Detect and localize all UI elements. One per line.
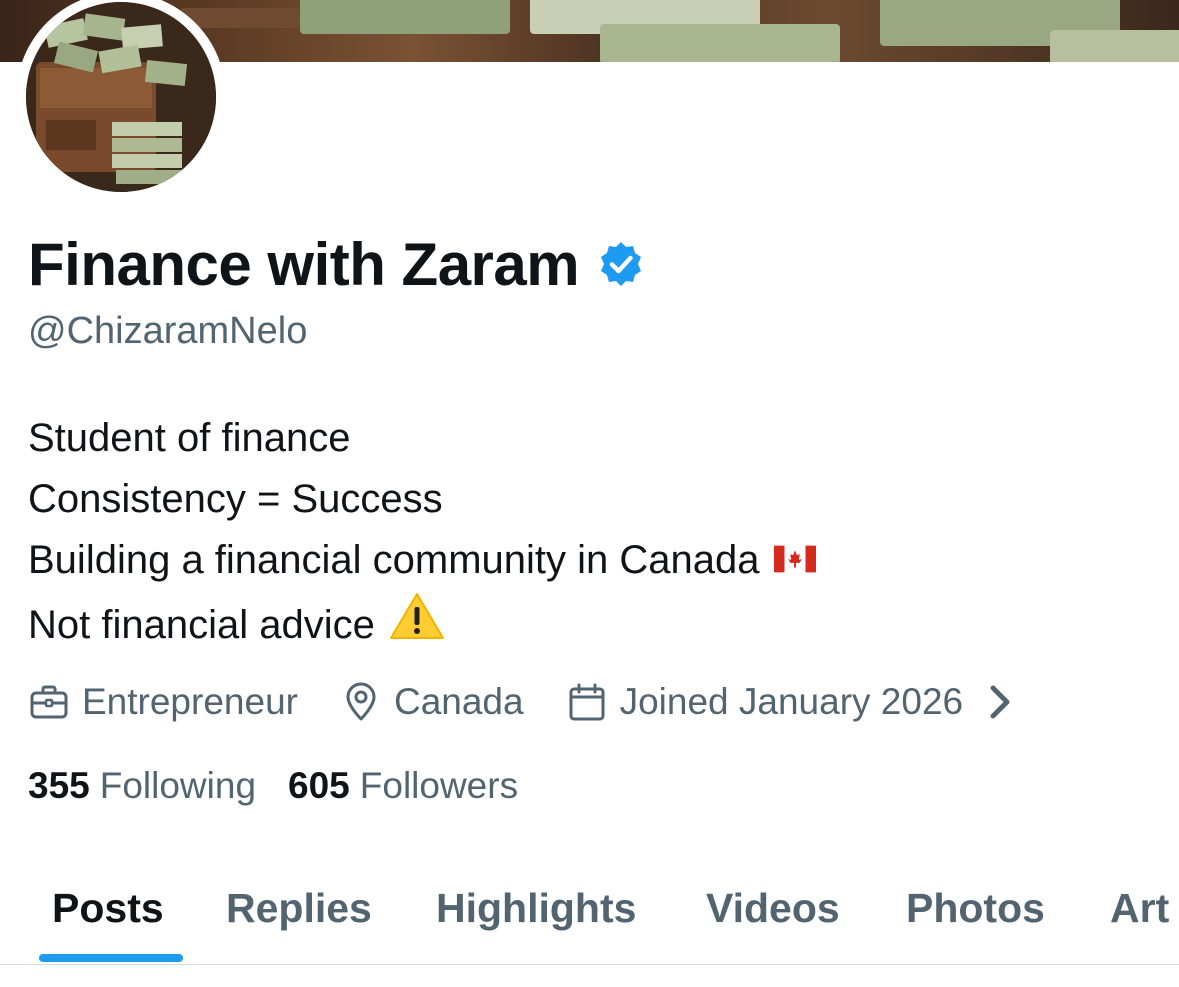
bio-line: Consistency = Success — [28, 469, 816, 530]
followers-link[interactable]: 605 Followers — [288, 765, 518, 807]
warning-icon — [389, 591, 445, 659]
briefcase-icon — [30, 685, 68, 719]
tabs-divider — [0, 964, 1179, 965]
followers-label: Followers — [359, 765, 519, 806]
profile-handle: @ChizaramNelo — [28, 310, 308, 352]
tab-highlights[interactable]: Highlights — [436, 858, 636, 958]
location-pin-icon — [346, 682, 376, 721]
profession-text: Entrepreneur — [82, 681, 298, 722]
display-name: Finance with Zaram — [28, 230, 580, 298]
bio-line-text: Not financial advice — [28, 602, 375, 647]
verified-badge-icon[interactable] — [597, 240, 645, 288]
following-count: 355 — [28, 765, 90, 806]
bio-line-text: Student of finance — [28, 416, 351, 460]
tab-posts[interactable]: Posts — [52, 858, 164, 958]
tab-videos[interactable]: Videos — [706, 858, 840, 958]
bio-line: Not financial advice — [28, 591, 816, 659]
location-item: Canada — [340, 681, 524, 723]
avatar[interactable] — [26, 2, 216, 192]
profile-stats: 355 Following 605 Followers — [28, 758, 550, 814]
profile-meta: Entrepreneur Canada Joined January 2026 — [28, 672, 1033, 732]
name-row: Finance with Zaram — [28, 224, 645, 304]
following-label: Following — [99, 765, 257, 806]
bio-line: Student of finance — [28, 408, 816, 469]
chevron-right-icon[interactable] — [979, 681, 1021, 723]
joined-item[interactable]: Joined January 2026 — [566, 681, 1034, 723]
bio-line-text: Building a financial community in Canada — [28, 538, 760, 582]
active-tab-indicator — [39, 954, 183, 962]
tab-replies[interactable]: Replies — [226, 858, 372, 958]
profession-item: Entrepreneur — [28, 681, 298, 723]
profile-bio: Student of finance Consistency = Success… — [28, 408, 816, 659]
bio-line: Building a financial community in Canada — [28, 530, 816, 591]
profile-tabs: Posts Replies Highlights Videos Photos A… — [0, 858, 1179, 964]
tab-photos[interactable]: Photos — [906, 858, 1045, 958]
avatar-image — [26, 2, 216, 192]
following-link[interactable]: 355 Following — [28, 765, 256, 807]
joined-text: Joined January 2026 — [619, 681, 964, 722]
bio-line-text: Consistency = Success — [28, 477, 443, 521]
tab-art[interactable]: Art — [1110, 858, 1169, 958]
followers-count: 605 — [288, 765, 350, 806]
canada-flag-icon — [773, 530, 816, 591]
location-text: Canada — [393, 681, 524, 722]
calendar-icon — [569, 683, 605, 721]
